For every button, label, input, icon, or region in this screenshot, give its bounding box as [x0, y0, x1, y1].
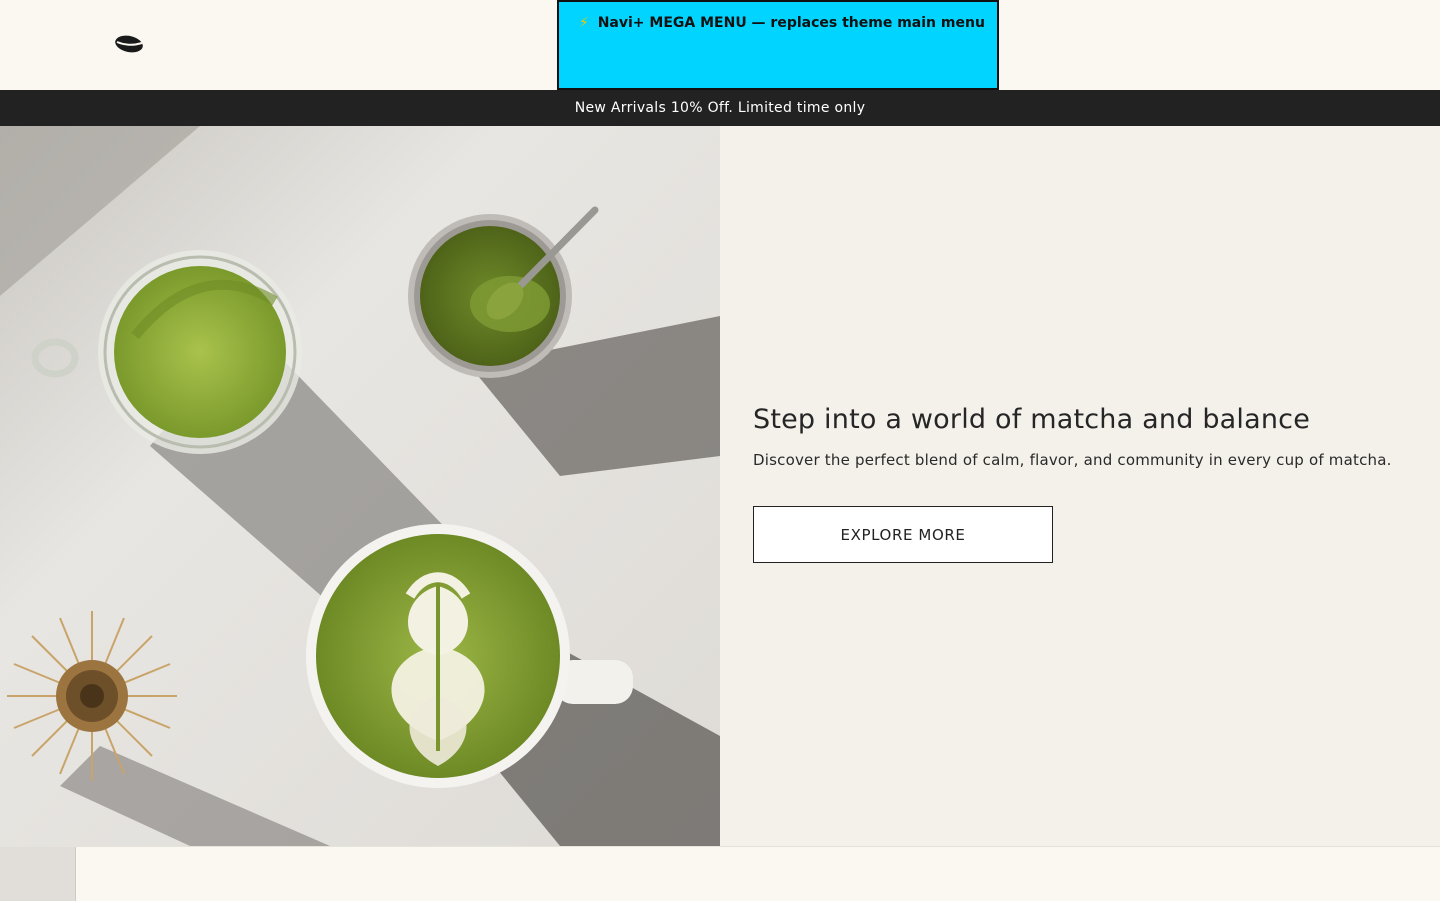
matcha-drinks-photo — [0, 126, 720, 846]
next-section-thumbnail — [0, 847, 76, 901]
hero-image — [0, 126, 720, 846]
next-section-strip — [0, 846, 1440, 901]
announcement-bar: New Arrivals 10% Off. Limited time only — [0, 90, 1440, 126]
hero-subheading: Discover the perfect blend of calm, flav… — [753, 451, 1392, 469]
announcement-text: New Arrivals 10% Off. Limited time only — [574, 100, 866, 116]
mega-menu-label: Navi+ MEGA MENU — replaces theme main me… — [597, 15, 985, 31]
hero-heading: Step into a world of matcha and balance — [753, 404, 1311, 435]
mega-menu-bar[interactable]: ⚡ Navi+ MEGA MENU — replaces theme main … — [557, 0, 999, 90]
coffee-bean-icon — [115, 35, 143, 53]
hero-section: Step into a world of matcha and balance … — [0, 126, 1440, 846]
logo-link[interactable] — [112, 30, 148, 58]
hero-content-panel: Step into a world of matcha and balance … — [720, 126, 1440, 846]
explore-more-button[interactable]: EXPLORE MORE — [753, 506, 1053, 563]
lightning-icon: ⚡ — [579, 15, 589, 31]
site-header: ⚡ Navi+ MEGA MENU — replaces theme main … — [0, 0, 1440, 90]
